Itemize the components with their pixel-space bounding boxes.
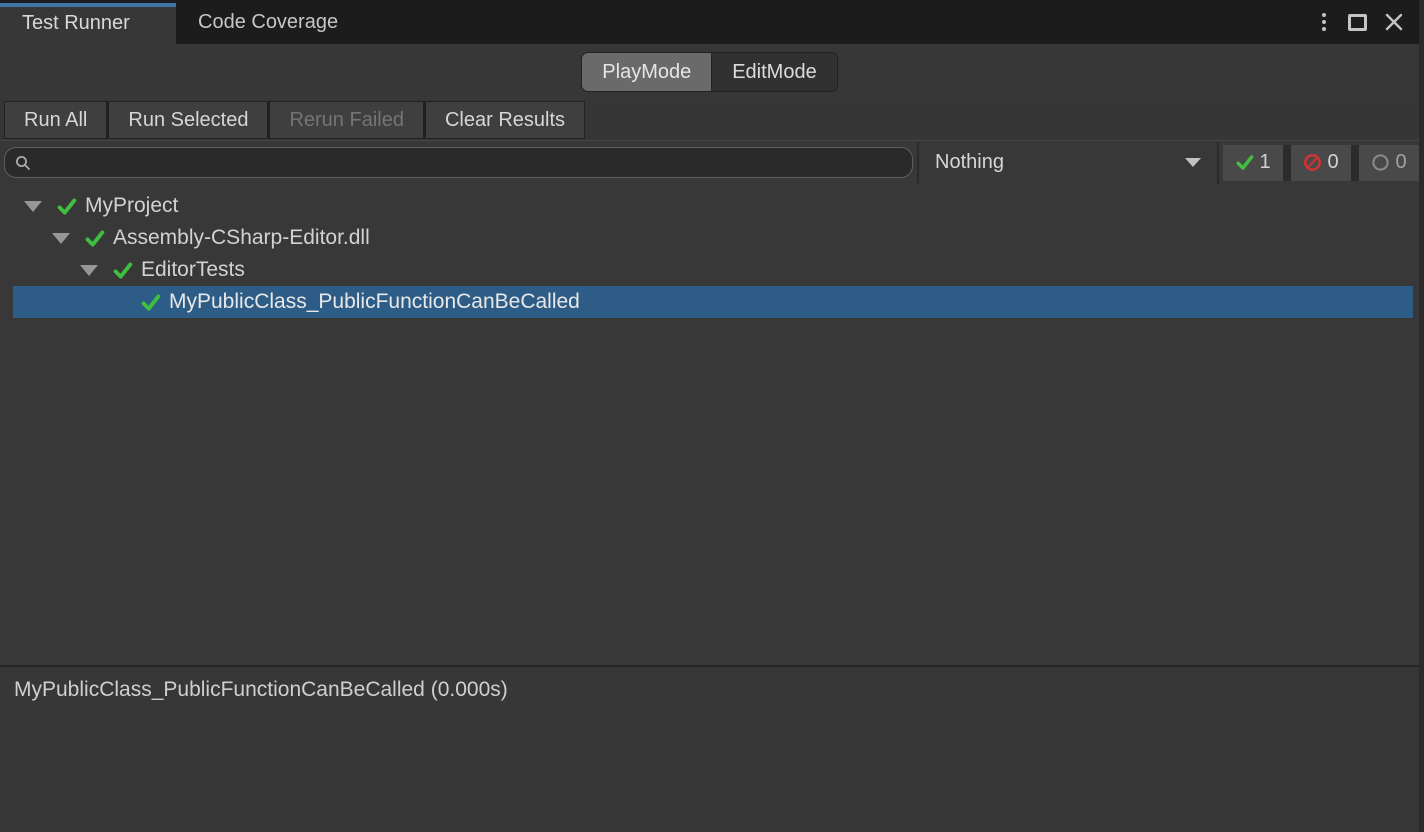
clear-results-label: Clear Results (445, 109, 565, 132)
tab-bar: Test Runner Code Coverage (0, 0, 1419, 44)
pass-check-icon (1235, 153, 1254, 172)
passed-filter-toggle[interactable]: 1 (1223, 145, 1283, 181)
kebab-menu-icon[interactable] (1318, 9, 1330, 35)
tab-test-runner[interactable]: Test Runner (0, 3, 176, 44)
test-result-text: MyPublicClass_PublicFunctionCanBeCalled … (14, 678, 508, 701)
expander-toggle[interactable] (76, 265, 102, 276)
search-icon (15, 155, 31, 171)
filter-category-dropdown[interactable]: Nothing (923, 142, 1213, 184)
failed-filter-toggle[interactable]: 0 (1291, 145, 1351, 181)
search-input[interactable] (39, 152, 902, 174)
not-run-circle-icon (1371, 153, 1390, 172)
clear-results-button[interactable]: Clear Results (426, 102, 584, 138)
tree-row-myproject[interactable]: MyProject (0, 190, 1419, 222)
filter-row: Nothing 1 0 0 (0, 140, 1419, 184)
chevron-down-icon (1185, 158, 1201, 167)
test-tree: MyProject Assembly-CSharp-Editor.dll Edi… (0, 184, 1419, 665)
expander-toggle[interactable] (20, 201, 46, 212)
active-tab-indicator (0, 3, 176, 7)
test-result-detail-panel: MyPublicClass_PublicFunctionCanBeCalled … (0, 665, 1419, 832)
result-counters: 1 0 0 (1223, 145, 1419, 181)
tree-row-label: MyPublicClass_PublicFunctionCanBeCalled (169, 290, 580, 314)
run-selected-label: Run Selected (128, 109, 248, 132)
toolbar-button-strip: Run All Run Selected Rerun Failed Clear … (4, 101, 585, 139)
expander-toggle[interactable] (48, 233, 74, 244)
triangle-down-icon (24, 201, 42, 212)
run-selected-button[interactable]: Run Selected (109, 102, 267, 138)
editmode-label: EditMode (732, 61, 817, 84)
run-all-label: Run All (24, 109, 87, 132)
triangle-down-icon (80, 265, 98, 276)
rerun-failed-label: Rerun Failed (289, 109, 404, 132)
tree-row-label: MyProject (85, 194, 178, 218)
fail-icon (1303, 153, 1322, 172)
mode-toggle-group: PlayMode EditMode (581, 52, 837, 92)
search-box[interactable] (4, 147, 913, 178)
failed-count: 0 (1327, 151, 1338, 174)
tree-row-assembly[interactable]: Assembly-CSharp-Editor.dll (0, 222, 1419, 254)
tab-code-coverage-label: Code Coverage (198, 11, 338, 34)
pass-check-icon (140, 292, 161, 313)
not-run-filter-toggle[interactable]: 0 (1359, 145, 1419, 181)
pass-check-icon (56, 196, 77, 217)
window-controls (1318, 0, 1419, 44)
tab-code-coverage[interactable]: Code Coverage (176, 0, 360, 44)
test-runner-window: Test Runner Code Coverage PlayMode EditM… (0, 0, 1424, 832)
close-icon[interactable] (1385, 13, 1403, 31)
mode-toggle-row: PlayMode EditMode (0, 44, 1419, 100)
tab-test-runner-label: Test Runner (22, 12, 130, 35)
tree-row-label: EditorTests (141, 258, 245, 282)
passed-count: 1 (1259, 151, 1270, 174)
toolbar-row: Run All Run Selected Rerun Failed Clear … (0, 100, 1419, 140)
tree-row-label: Assembly-CSharp-Editor.dll (113, 226, 370, 250)
rerun-failed-button[interactable]: Rerun Failed (270, 102, 423, 138)
run-all-button[interactable]: Run All (5, 102, 106, 138)
divider (1217, 142, 1219, 184)
editmode-button[interactable]: EditMode (711, 53, 837, 91)
maximize-icon[interactable] (1348, 14, 1367, 31)
divider (917, 142, 919, 184)
tree-row-test-case[interactable]: MyPublicClass_PublicFunctionCanBeCalled (0, 286, 1419, 318)
playmode-label: PlayMode (602, 61, 691, 84)
filter-category-value: Nothing (935, 151, 1004, 174)
not-run-count: 0 (1395, 151, 1406, 174)
tree-row-editortests[interactable]: EditorTests (0, 254, 1419, 286)
playmode-button[interactable]: PlayMode (582, 53, 711, 91)
pass-check-icon (112, 260, 133, 281)
pass-check-icon (84, 228, 105, 249)
triangle-down-icon (52, 233, 70, 244)
